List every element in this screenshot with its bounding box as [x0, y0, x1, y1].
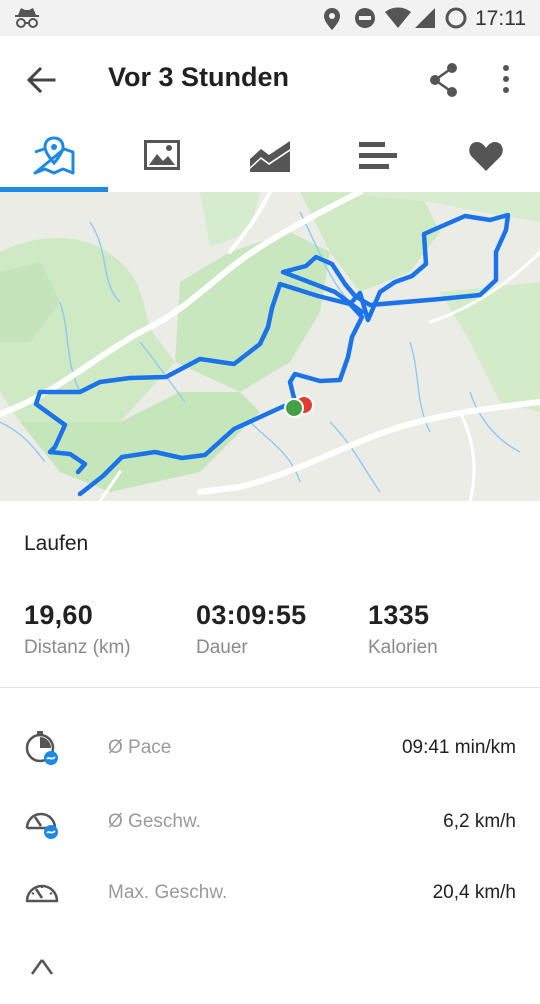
tab-map[interactable] [0, 122, 108, 192]
wifi-icon [384, 7, 412, 34]
heart-icon [469, 142, 503, 171]
battery-icon [444, 6, 468, 35]
tab-heart-rate[interactable] [432, 122, 540, 192]
status-bar: 17:11 [0, 0, 540, 36]
sport-type: Laufen [24, 532, 89, 555]
detail-value: 09:41 min/km [401, 737, 516, 758]
tab-graphs[interactable] [216, 122, 324, 192]
detail-row-pace[interactable]: Ø Pace 09:41 min/km [0, 718, 540, 778]
detail-label: Max. Geschw. [108, 882, 228, 903]
chart-icon [250, 141, 290, 172]
detail-label: Ø Geschw. [108, 811, 201, 832]
tab-photos[interactable] [108, 122, 216, 192]
stat-calories: 1335 Kalorien [368, 600, 438, 659]
detail-row-partial [0, 944, 540, 1004]
stat-label: Dauer [196, 637, 248, 658]
signal-icon [414, 7, 436, 34]
more-options-button[interactable] [494, 62, 518, 98]
arrow-left-icon [26, 66, 56, 94]
stat-value: 19,60 [24, 600, 94, 630]
map-pin-icon [33, 136, 75, 175]
speed-icon [24, 804, 60, 845]
more-vertical-icon [503, 65, 509, 93]
stat-value: 1335 [368, 600, 430, 630]
bars-icon [359, 142, 397, 169]
divider [0, 687, 540, 688]
do-not-disturb-icon [354, 7, 376, 34]
stat-distance: 19,60 Distanz (km) [24, 600, 131, 659]
share-icon [430, 63, 457, 97]
route-map[interactable] [0, 192, 540, 501]
pace-icon [24, 730, 60, 771]
incognito-icon [14, 6, 40, 35]
stat-value: 03:09:55 [196, 600, 307, 630]
detail-value: 6,2 km/h [443, 811, 516, 832]
stat-label: Kalorien [368, 637, 438, 658]
status-time: 17:11 [475, 7, 526, 30]
share-button[interactable] [426, 60, 462, 100]
image-icon [144, 140, 180, 170]
page-title: Vor 3 Stunden [108, 62, 290, 92]
start-marker [284, 398, 304, 418]
detail-value: 20,4 km/h [432, 882, 516, 903]
detail-label: Ø Pace [108, 737, 172, 758]
speedometer-icon [24, 875, 60, 916]
location-icon [323, 7, 341, 36]
back-button[interactable] [24, 63, 60, 97]
detail-row-avg-speed[interactable]: Ø Geschw. 6,2 km/h [0, 792, 540, 852]
detail-row-max-speed[interactable]: Max. Geschw. 20,4 km/h [0, 863, 540, 923]
stat-label: Distanz (km) [24, 637, 131, 658]
map-canvas [0, 192, 540, 501]
tab-laps[interactable] [324, 122, 432, 192]
app-bar: Vor 3 Stunden [0, 36, 540, 122]
tab-bar [0, 122, 540, 192]
stat-duration: 03:09:55 Dauer [196, 600, 306, 659]
